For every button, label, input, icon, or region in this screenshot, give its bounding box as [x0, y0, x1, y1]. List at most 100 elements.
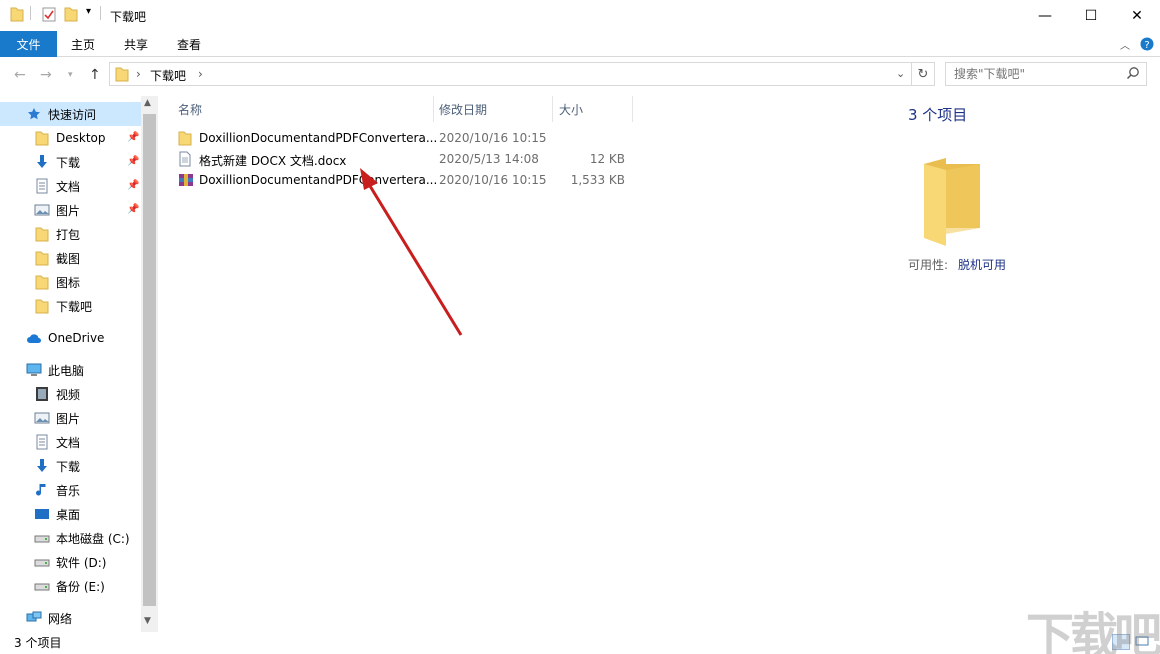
- video-icon: [34, 386, 50, 402]
- nav-label: 音乐: [56, 483, 81, 498]
- download-icon: [34, 458, 50, 474]
- scroll-up-icon[interactable]: ▲: [144, 98, 151, 108]
- picture-icon: [34, 202, 50, 218]
- file-name: DoxillionDocumentandPDFConvertera...: [199, 131, 438, 145]
- nav-label: 下载吧: [56, 299, 93, 314]
- folder-icon: [34, 250, 50, 266]
- nav-item[interactable]: 桌面: [34, 502, 80, 526]
- nav-label: 本地磁盘 (C:): [56, 531, 130, 546]
- properties-icon[interactable]: [42, 6, 56, 22]
- nav-item[interactable]: 下载: [34, 150, 80, 174]
- address-bar[interactable]: › 下载吧 › ⌄: [109, 62, 912, 86]
- nav-quick-access[interactable]: 快速访问: [0, 102, 141, 126]
- nav-item[interactable]: 音乐: [34, 478, 80, 502]
- nav-network[interactable]: 网络: [26, 606, 72, 630]
- desktop-icon: [34, 506, 50, 522]
- breadcrumb-item[interactable]: 下载吧: [150, 67, 186, 84]
- file-name: DoxillionDocumentandPDFConvertera...: [199, 173, 438, 187]
- search-box: [945, 62, 1147, 86]
- address-row: ← → ▾ ↑ › 下载吧 › ⌄ ↻: [0, 58, 1160, 93]
- minimize-button[interactable]: —: [1022, 0, 1068, 31]
- forward-icon[interactable]: →: [40, 67, 52, 83]
- file-name: 格式新建 DOCX 文档.docx: [199, 154, 347, 168]
- nav-item[interactable]: 本地磁盘 (C:): [34, 526, 130, 550]
- tab-file[interactable]: 文件: [0, 31, 57, 57]
- column-header-name[interactable]: 名称: [178, 96, 202, 122]
- file-size: 12 KB: [589, 152, 625, 166]
- back-icon[interactable]: ←: [14, 67, 26, 83]
- nav-item[interactable]: 下载吧: [34, 294, 92, 318]
- pin-icon[interactable]: 📌: [127, 204, 139, 215]
- new-folder-icon[interactable]: [64, 6, 78, 22]
- docx-file-icon: [178, 151, 194, 167]
- nav-this-pc[interactable]: 此电脑: [26, 358, 84, 382]
- availability-label: 可用性:: [908, 258, 949, 272]
- nav-item[interactable]: 图标: [34, 270, 80, 294]
- file-date: 2020/5/13 14:08: [439, 152, 539, 166]
- nav-item[interactable]: 备份 (E:): [34, 574, 105, 598]
- pin-icon[interactable]: 📌: [127, 132, 139, 143]
- drive-icon: [34, 578, 50, 594]
- column-divider[interactable]: [433, 96, 434, 122]
- details-title: 3 个项目: [908, 106, 968, 124]
- star-icon: [26, 106, 42, 122]
- drive-icon: [34, 554, 50, 570]
- nav-item[interactable]: 图片: [34, 198, 80, 222]
- close-button[interactable]: ✕: [1114, 0, 1160, 31]
- chevron-right-icon[interactable]: ›: [136, 67, 141, 81]
- nav-item[interactable]: Desktop: [34, 126, 106, 150]
- availability-value: 脱机可用: [958, 258, 1007, 272]
- nav-item[interactable]: 截图: [34, 246, 80, 270]
- nav-onedrive[interactable]: OneDrive: [26, 326, 104, 350]
- navigation-pane: 快速访问 Desktop 📌 下载 📌 文档 📌 图片 📌 打包截图图标下载吧 OneDrive…: [0, 96, 158, 632]
- chevron-down-icon[interactable]: ⌄: [896, 67, 905, 80]
- tab-home[interactable]: 主页: [71, 31, 95, 57]
- nav-item[interactable]: 软件 (D:): [34, 550, 106, 574]
- search-input[interactable]: [954, 66, 1124, 82]
- nav-label: 桌面: [56, 507, 81, 522]
- nav-item[interactable]: 文档: [34, 174, 80, 198]
- refresh-button[interactable]: ↻: [912, 62, 935, 86]
- scroll-down-icon[interactable]: ▼: [144, 616, 151, 626]
- document-icon: [34, 178, 50, 194]
- chevron-right-icon[interactable]: ›: [198, 67, 203, 81]
- pin-icon[interactable]: 📌: [127, 156, 139, 167]
- expand-ribbon-icon[interactable]: ︿: [1120, 37, 1130, 52]
- nav-label: 图片: [56, 203, 81, 218]
- tab-share[interactable]: 共享: [124, 31, 148, 57]
- svg-text:?: ?: [1144, 40, 1149, 51]
- nav-item[interactable]: 打包: [34, 222, 80, 246]
- help-icon[interactable]: ?: [1140, 37, 1154, 54]
- file-row[interactable]: 格式新建 DOCX 文档.docx 2020/5/13 14:08 12 KB: [172, 149, 632, 170]
- folder-icon: [115, 66, 129, 85]
- item-count: 3 个项目: [14, 636, 62, 650]
- up-icon[interactable]: ↑: [89, 67, 101, 83]
- column-divider[interactable]: [552, 96, 553, 122]
- file-row[interactable]: DoxillionDocumentandPDFConvertera... 2020…: [172, 170, 632, 191]
- drive-icon: [34, 530, 50, 546]
- nav-label: 截图: [56, 251, 81, 266]
- recent-locations-icon[interactable]: ▾: [68, 70, 73, 80]
- nav-item[interactable]: 文档: [34, 430, 80, 454]
- folder-icon: [10, 6, 24, 22]
- customize-toolbar-icon[interactable]: ▾: [86, 6, 91, 17]
- nav-label: OneDrive: [48, 331, 105, 345]
- cloud-icon: [26, 330, 42, 346]
- nav-item[interactable]: 图片: [34, 406, 80, 430]
- download-icon: [34, 154, 50, 170]
- maximize-button[interactable]: ☐: [1068, 0, 1114, 31]
- nav-scrollbar-thumb[interactable]: [143, 114, 156, 606]
- file-date: 2020/10/16 10:15: [439, 131, 547, 145]
- folder-icon: [34, 298, 50, 314]
- search-icon[interactable]: [1126, 66, 1140, 83]
- column-divider[interactable]: [632, 96, 633, 122]
- nav-item[interactable]: 下载: [34, 454, 80, 478]
- nav-label: 此电脑: [48, 363, 85, 378]
- pin-icon[interactable]: 📌: [127, 180, 139, 191]
- column-header-date[interactable]: 修改日期: [439, 96, 487, 122]
- nav-item[interactable]: 视频: [34, 382, 80, 406]
- column-header-size[interactable]: 大小: [559, 96, 583, 122]
- file-row[interactable]: DoxillionDocumentandPDFConvertera... 2020…: [172, 128, 632, 149]
- nav-label: 网络: [48, 611, 73, 626]
- tab-view[interactable]: 查看: [177, 31, 201, 57]
